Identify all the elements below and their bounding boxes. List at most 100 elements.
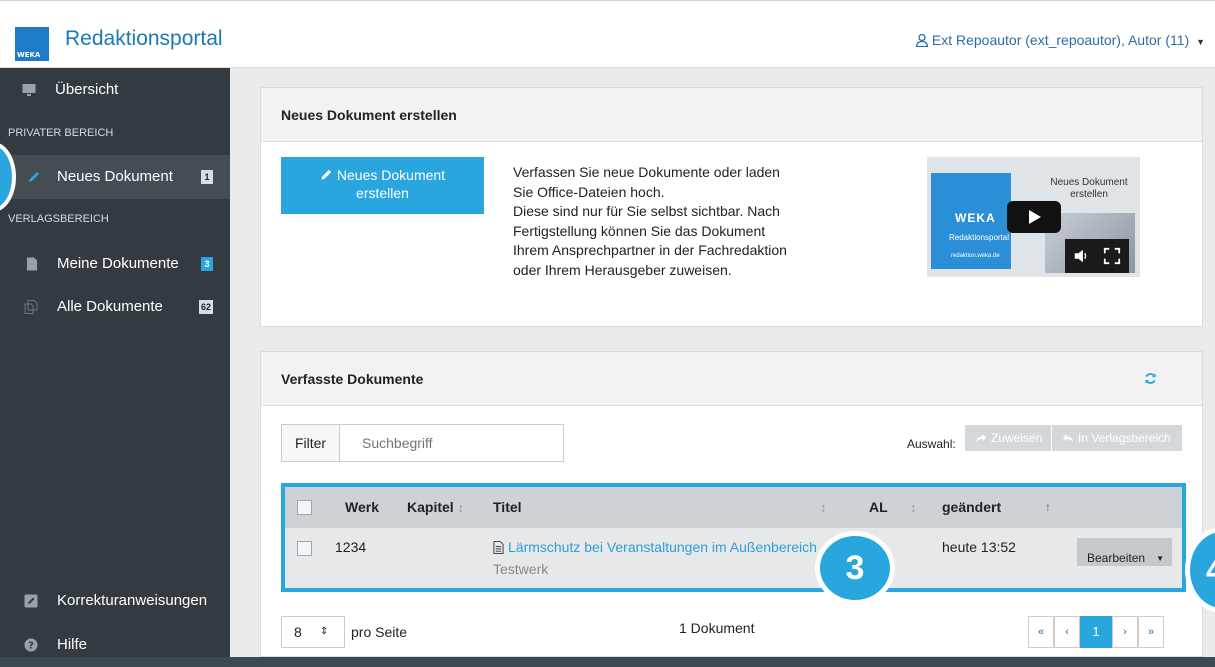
refresh-icon[interactable]	[1144, 372, 1157, 385]
pagination-first[interactable]: «	[1028, 616, 1054, 648]
column-titel[interactable]: Titel	[493, 487, 522, 528]
column-kapitel-label: Kapitel	[407, 499, 454, 515]
sidebar-label-overview: Übersicht	[55, 81, 119, 98]
intro-line: Ihrem Ansprechpartner in der Fachredakti…	[513, 242, 787, 258]
file-icon	[27, 257, 37, 271]
user-label: Ext Repoautor (ext_repoautor), Autor (11…	[931, 32, 1190, 48]
cell-geaendert: heute 13:52	[942, 539, 1016, 555]
sidebar-label-help: Hilfe	[57, 636, 88, 653]
pagination-next[interactable]: ›	[1112, 616, 1138, 648]
sort-icon[interactable]: ↕	[910, 487, 917, 528]
svg-text:?: ?	[28, 641, 34, 652]
sidebar-item-corrections[interactable]: Korrekturanweisungen	[0, 579, 230, 623]
sidebar-item-new-document[interactable]: Neues Dokument 1	[0, 155, 230, 199]
section-header-private: PRIVATER BEREICH	[8, 127, 114, 139]
column-kapitel[interactable]: Kapitel ↕	[407, 487, 464, 528]
reply-arrow-icon	[1063, 433, 1073, 443]
move-to-publisher-button[interactable]: In Verlagsbereich	[1052, 425, 1182, 451]
new-document-button[interactable]: Neues Dokument erstellen	[281, 157, 484, 214]
weka-logo[interactable]: WEKA	[15, 27, 49, 61]
cell-subtitle: Testwerk	[493, 561, 549, 577]
create-document-panel: Neues Dokument erstellen Neues Dokument …	[260, 87, 1203, 327]
select-all-checkbox[interactable]	[297, 500, 312, 515]
edit-button-label: Bearbeiten	[1087, 551, 1146, 565]
top-bar: WEKA Redaktionsportal Ext Repoautor (ext…	[0, 0, 1215, 68]
column-werk[interactable]: Werk	[345, 487, 379, 528]
authored-documents-panel: Verfasste Dokumente Filter Auswahl: Zuwe…	[260, 351, 1203, 657]
column-al[interactable]: AL	[869, 487, 888, 528]
intro-line: Verfassen Sie neue Dokumente oder laden	[513, 164, 780, 180]
intro-line: Sie Office-Dateien hoch.	[513, 183, 665, 200]
intro-text: Verfassen Sie neue Dokumente oder laden …	[513, 163, 813, 280]
intro-line: Diese sind nur für Sie selbst sichtbar. …	[513, 203, 780, 219]
table-header: Werk Kapitel ↕ Titel ↕ AL ↕ geändert ↑	[285, 487, 1182, 528]
column-al-label: AL	[869, 499, 888, 515]
edit-square-icon	[24, 594, 38, 608]
per-page-select[interactable]: 8 ⇕	[281, 616, 345, 648]
video-controls	[1065, 239, 1129, 273]
select-arrows-icon: ⇕	[320, 626, 329, 637]
volume-icon[interactable]	[1073, 247, 1091, 265]
pagination-last[interactable]: »	[1138, 616, 1164, 648]
row-checkbox[interactable]	[297, 541, 312, 556]
all-documents-count-badge: 62	[198, 300, 213, 314]
sidebar-item-overview[interactable]: Übersicht	[0, 68, 230, 112]
pagination-prev[interactable]: ‹	[1054, 616, 1080, 648]
sidebar-label-all-documents: Alle Dokumente	[57, 298, 163, 315]
sidebar-label-corrections: Korrekturanweisungen	[57, 592, 208, 609]
document-title-link[interactable]: Lärmschutz bei Veranstaltungen im Außenb…	[508, 539, 817, 555]
sidebar-item-help[interactable]: ? Hilfe	[0, 623, 230, 667]
tutorial-video[interactable]: WEKA Redaktionsportal redaktion.weka.de …	[927, 157, 1140, 277]
sidebar-item-my-documents[interactable]: Meine Dokumente 3	[0, 242, 230, 286]
intro-line: oder Ihrem Herausgeber zuweisen.	[513, 261, 732, 278]
assign-button-label: Zuweisen	[991, 431, 1043, 445]
sort-icon[interactable]: ↕	[820, 487, 827, 528]
files-icon	[24, 300, 38, 314]
filter-group: Filter	[281, 424, 564, 462]
user-menu[interactable]: Ext Repoautor (ext_repoautor), Autor (11…	[915, 32, 1205, 48]
sidebar-item-all-documents[interactable]: Alle Dokumente 62	[0, 285, 230, 329]
document-count: 1 Dokument	[679, 620, 755, 636]
pencil-icon	[29, 172, 39, 182]
video-title-line2: erstellen	[1070, 189, 1108, 200]
main-content: Neues Dokument erstellen Neues Dokument …	[230, 68, 1215, 657]
my-documents-count-badge: 3	[201, 257, 213, 271]
sort-ascending-icon[interactable]: ↑	[1045, 487, 1051, 528]
column-geaendert[interactable]: geändert	[942, 487, 1001, 528]
monitor-icon	[22, 84, 36, 96]
section-header-publisher: VERLAGSBEREICH	[8, 213, 109, 225]
assign-button[interactable]: Zuweisen	[965, 425, 1051, 451]
video-portal-label: Redaktionsportal	[949, 233, 1010, 242]
documents-table: Werk Kapitel ↕ Titel ↕ AL ↕ geändert ↑ 1…	[281, 483, 1186, 592]
fullscreen-icon[interactable]	[1103, 247, 1121, 265]
pencil-icon	[321, 169, 332, 180]
selection-label: Auswahl:	[907, 437, 956, 451]
video-play-button[interactable]	[1007, 201, 1061, 233]
caret-down-icon[interactable]: ▼	[1156, 538, 1164, 579]
pagination-page-1[interactable]: 1	[1080, 616, 1112, 648]
per-page-value: 8	[294, 624, 302, 640]
per-page-label: pro Seite	[351, 624, 408, 640]
logo-text: WEKA	[17, 51, 41, 59]
search-input[interactable]	[348, 425, 560, 461]
table-row: 1234 Lärmschutz bei Veranstaltungen im A…	[285, 528, 1182, 588]
filter-label: Filter	[282, 425, 340, 461]
sidebar-label-my-documents: Meine Dokumente	[57, 255, 179, 272]
new-document-count-badge: 1	[201, 170, 213, 184]
caret-down-icon: ▼	[1196, 37, 1205, 47]
callout-3: 3	[815, 531, 895, 605]
play-icon	[1029, 210, 1041, 224]
video-url: redaktion.weka.de	[951, 253, 1000, 259]
user-icon	[915, 33, 929, 47]
app-title[interactable]: Redaktionsportal	[65, 27, 223, 51]
authored-panel-title: Verfasste Dokumente	[261, 352, 1202, 406]
share-arrow-icon	[976, 433, 986, 443]
publisher-button-label: In Verlagsbereich	[1078, 431, 1171, 445]
sidebar-label-new-document: Neues Dokument	[57, 168, 173, 185]
new-document-button-line2: erstellen	[356, 185, 409, 201]
create-panel-title: Neues Dokument erstellen	[261, 88, 1202, 142]
sidebar: Übersicht PRIVATER BEREICH Neues Dokumen…	[0, 68, 230, 657]
video-weka-logo: WEKA	[955, 211, 996, 225]
edit-button[interactable]: Bearbeiten ▼	[1077, 538, 1172, 566]
cell-werk: 1234	[335, 539, 367, 555]
